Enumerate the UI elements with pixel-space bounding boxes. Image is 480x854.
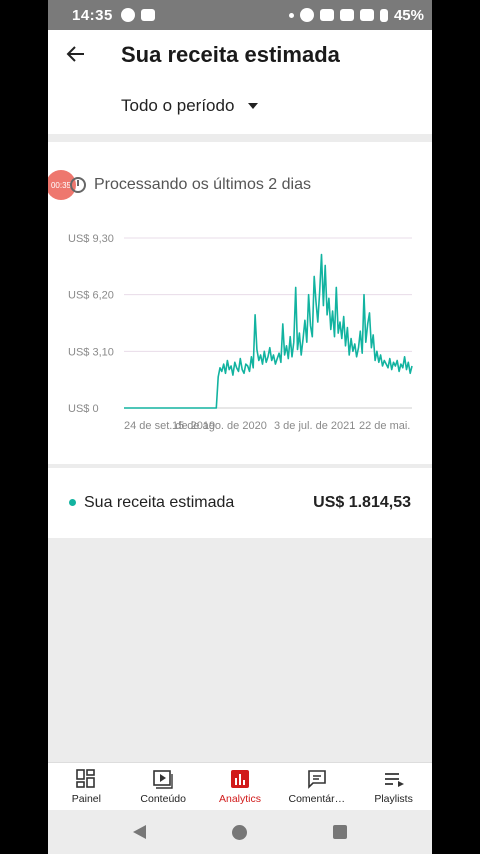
nav-analytics-label: Analytics xyxy=(218,793,261,805)
clock-icon xyxy=(70,177,86,193)
nav-analytics[interactable]: Analytics xyxy=(202,763,279,810)
system-navigation-bar xyxy=(48,810,432,854)
app-header: Sua receita estimada Todo o período xyxy=(48,30,432,134)
video-icon xyxy=(140,9,155,21)
analytics-icon xyxy=(230,769,250,789)
nav-comments-label: Comentár… xyxy=(288,793,346,805)
x-tick-label: 3 de jul. de 2021 xyxy=(274,420,355,432)
revenue-line-chart[interactable]: US$ 9,30US$ 6,20US$ 3,10US$ 024 de set. … xyxy=(64,228,424,438)
wifi-calling-icon xyxy=(319,9,334,21)
legend-value: US$ 1.814,53 xyxy=(313,494,411,511)
period-dropdown[interactable]: Todo o período xyxy=(121,96,259,116)
nav-playlists-label: Playlists xyxy=(374,793,413,805)
app-screen: 14:35 45% Sua receita estimada Todo o pe… xyxy=(48,0,432,854)
system-home-icon[interactable] xyxy=(232,824,247,840)
period-label: Todo o período xyxy=(121,96,235,115)
status-bar: 14:35 45% xyxy=(48,0,432,30)
system-back-icon[interactable] xyxy=(133,825,146,839)
processing-text: Processando os últimos 2 dias xyxy=(94,176,311,193)
y-tick-label: US$ 6,20 xyxy=(68,290,114,302)
wifi-icon xyxy=(339,9,354,21)
battery-icon xyxy=(379,8,388,22)
x-tick-label: 22 de mai. xyxy=(359,420,410,432)
nav-playlists[interactable]: Playlists xyxy=(355,763,432,810)
vibrate-icon xyxy=(299,8,314,22)
series-line xyxy=(124,253,413,409)
x-tick-label: 15 de ago. de 2020 xyxy=(172,420,267,432)
bottom-navigation: Painel Conteúdo Analytics Comentár… Play… xyxy=(48,762,432,810)
playlists-icon xyxy=(384,769,404,789)
nav-content-label: Conteúdo xyxy=(140,793,186,805)
battery-percent: 45% xyxy=(393,6,424,24)
dot-icon xyxy=(288,12,294,18)
legend-dot xyxy=(69,499,76,506)
legend-label: Sua receita estimada xyxy=(84,494,235,511)
system-recents-icon[interactable] xyxy=(333,825,347,839)
content-icon xyxy=(153,769,173,789)
y-tick-label: US$ 9,30 xyxy=(68,233,114,245)
processing-notice: Processando os últimos 2 dias xyxy=(70,176,311,194)
nav-comments[interactable]: Comentár… xyxy=(278,763,355,810)
dropdown-caret-icon xyxy=(248,103,259,109)
comments-icon xyxy=(307,769,327,789)
y-tick-label: US$ 3,10 xyxy=(68,346,114,358)
page-title: Sua receita estimada xyxy=(121,42,340,67)
status-time: 14:35 xyxy=(72,6,113,24)
legend-card: Sua receita estimada US$ 1.814,53 xyxy=(48,468,432,538)
back-arrow-icon[interactable] xyxy=(64,42,92,70)
messenger-icon xyxy=(120,8,135,22)
nav-dashboard-label: Painel xyxy=(71,793,101,805)
nav-dashboard[interactable]: Painel xyxy=(48,763,125,810)
revenue-chart-card: 00:35 Processando os últimos 2 dias US$ … xyxy=(48,142,432,464)
signal-icon xyxy=(359,9,374,21)
nav-content[interactable]: Conteúdo xyxy=(125,763,202,810)
y-tick-label: US$ 0 xyxy=(68,403,99,415)
dashboard-icon xyxy=(76,769,96,789)
